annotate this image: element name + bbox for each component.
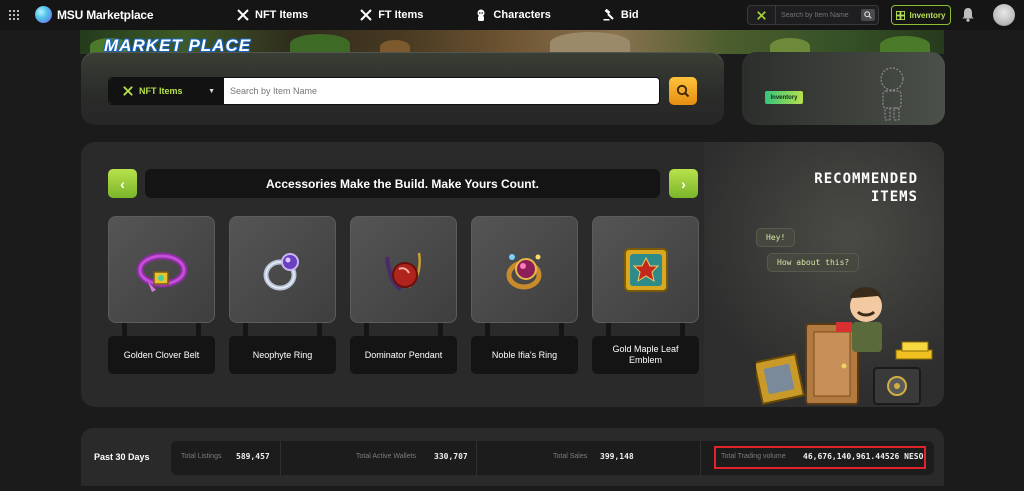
apps-grid-icon[interactable] <box>9 10 19 20</box>
chevron-right-icon: › <box>681 175 686 192</box>
item-card[interactable]: Neophyte Ring <box>229 216 336 374</box>
ring-icon <box>506 253 541 289</box>
carousel-next-button[interactable]: › <box>669 169 698 198</box>
user-avatar[interactable] <box>993 4 1015 26</box>
main-nav: NFT Items FT Items Characters Bid <box>237 0 691 30</box>
inventory-panel-button[interactable]: Inventory <box>765 91 803 104</box>
total-listings-value: 589,457 <box>236 452 270 461</box>
carousel-prev-button[interactable]: ‹ <box>108 169 137 198</box>
item-card-image <box>350 216 457 323</box>
nav-bid-label: Bid <box>620 9 639 21</box>
search-icon <box>864 11 872 19</box>
recommended-headline: Accessories Make the Build. Make Yours C… <box>145 169 660 198</box>
nav-search-input[interactable] <box>776 11 856 19</box>
item-card-image <box>229 216 336 323</box>
brand-logo-link[interactable]: MSU Marketplace <box>35 6 154 23</box>
recommended-title-line1: RECOMMENDED <box>814 171 918 187</box>
speech-bubble-suggestion: How about this? <box>767 253 860 272</box>
item-card-name: Noble Ifia's Ring <box>471 336 578 374</box>
item-card-name: Golden Clover Belt <box>108 336 215 374</box>
item-card-image <box>592 216 699 323</box>
item-card-name: Dominator Pendant <box>350 336 457 374</box>
ring-icon <box>263 252 299 290</box>
active-wallets-label: Total Active Wallets <box>356 453 417 460</box>
nav-characters[interactable]: Characters <box>475 9 551 21</box>
total-sales-label: Total Sales <box>553 453 588 460</box>
speech-bubble-hey: Hey! <box>756 228 796 247</box>
msu-logo-icon <box>35 6 52 23</box>
nav-bid[interactable]: Bid <box>603 9 639 21</box>
nav-search-button[interactable] <box>861 9 875 21</box>
main-search-button[interactable] <box>669 77 697 105</box>
nav-search-category-dropdown[interactable] <box>748 6 776 24</box>
search-icon <box>676 84 690 98</box>
character-icon <box>475 9 487 21</box>
pendant-icon <box>384 252 421 291</box>
recommended-title: RECOMMENDED ITEMS <box>760 170 918 206</box>
nav-ft-items-label: FT Items <box>378 9 424 21</box>
brand-name: MSU Marketplace <box>57 7 154 22</box>
top-navbar: MSU Marketplace NFT Items FT Items Chara… <box>0 0 1024 30</box>
search-category-dropdown[interactable]: NFT Items ▼ <box>109 78 224 104</box>
nav-characters-label: Characters <box>493 9 551 21</box>
inventory-button-label: Inventory <box>909 10 946 20</box>
main-search-input[interactable] <box>224 86 659 96</box>
active-wallets-value: 330,707 <box>434 452 468 461</box>
trading-volume-highlight <box>714 446 926 469</box>
nav-nft-items-label: NFT Items <box>255 9 309 21</box>
crossed-swords-icon <box>123 86 133 96</box>
emblem-icon <box>623 247 668 292</box>
nav-nft-items[interactable]: NFT Items <box>237 9 308 21</box>
total-listings-label: Total Listings <box>181 453 222 460</box>
item-card[interactable]: Gold Maple Leaf Emblem <box>592 216 699 374</box>
inventory-grid-icon <box>896 10 906 20</box>
inventory-panel <box>742 52 945 125</box>
item-card[interactable]: Noble Ifia's Ring <box>471 216 578 374</box>
bid-icon <box>603 9 615 21</box>
nav-search-box <box>747 5 879 25</box>
nav-ft-items[interactable]: FT Items <box>360 9 423 21</box>
stats-period-label: Past 30 Days <box>94 452 150 462</box>
search-category-label: NFT Items <box>139 86 183 96</box>
inventory-button[interactable]: Inventory <box>891 5 951 25</box>
item-card-image <box>471 216 578 323</box>
belt-icon <box>136 252 187 292</box>
item-card-name: Neophyte Ring <box>229 336 336 374</box>
crossed-swords-icon <box>360 9 372 21</box>
chevron-left-icon: ‹ <box>120 175 125 192</box>
caret-down-icon: ▼ <box>208 87 215 95</box>
item-card-name: Gold Maple Leaf Emblem <box>592 336 699 374</box>
character-silhouette-icon <box>880 67 904 121</box>
item-card-image <box>108 216 215 323</box>
crossed-swords-icon <box>757 10 766 20</box>
recommended-title-line2: ITEMS <box>870 189 918 205</box>
item-card[interactable]: Golden Clover Belt <box>108 216 215 374</box>
crossed-swords-icon <box>237 9 249 21</box>
notification-bell-icon[interactable] <box>961 7 975 22</box>
total-sales-value: 399,148 <box>600 452 634 461</box>
merchant-character-illustration <box>756 287 933 406</box>
main-search-bar: NFT Items ▼ <box>108 77 660 105</box>
item-card[interactable]: Dominator Pendant <box>350 216 457 374</box>
